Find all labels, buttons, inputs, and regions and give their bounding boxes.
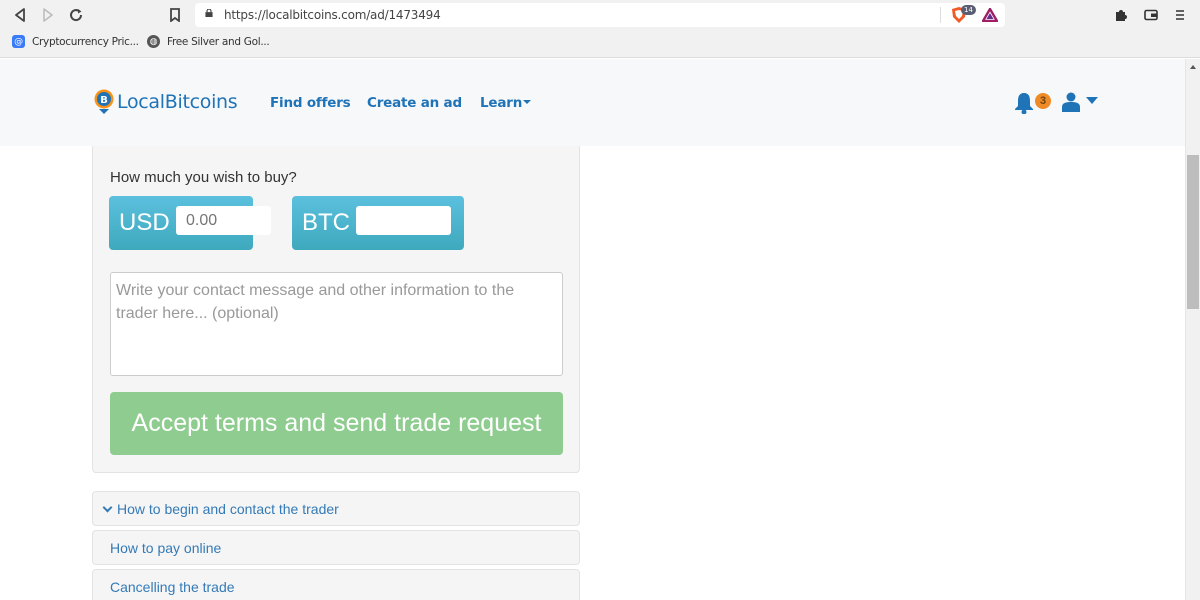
extensions-button[interactable] — [1112, 6, 1130, 24]
accordion-how-to-begin[interactable]: How to begin and contact the trader — [92, 491, 580, 526]
page-scrollbar[interactable] — [1185, 59, 1200, 600]
wallet-icon — [1144, 9, 1158, 21]
notification-badge: 3 — [1035, 93, 1051, 109]
brave-shield-count: 14 — [961, 5, 976, 15]
trade-request-form: How much you wish to buy? USD BTC Accept… — [92, 146, 580, 473]
puzzle-icon — [1116, 10, 1127, 21]
accept-send-trade-request-button[interactable]: Accept terms and send trade request — [110, 392, 563, 455]
notifications-bell-icon[interactable] — [1014, 92, 1034, 114]
browser-toolbar: https://localbitcoins.com/ad/1473494 14 — [0, 0, 1200, 30]
brave-rewards-icon[interactable] — [982, 8, 998, 22]
user-menu[interactable] — [1062, 92, 1098, 112]
scrollbar-thumb[interactable] — [1187, 155, 1199, 309]
at-icon: @ — [12, 35, 25, 48]
bookmark-cryptocurrency[interactable]: @ Cryptocurrency Pric... — [12, 35, 139, 48]
bookmark-page-button[interactable] — [165, 5, 185, 25]
lock-icon — [205, 9, 213, 17]
wallet-button[interactable] — [1142, 6, 1160, 24]
reload-button[interactable] — [66, 5, 86, 25]
accordion-cancelling[interactable]: Cancelling the trade — [92, 569, 580, 600]
caret-down-icon — [523, 99, 532, 104]
bookmark-icon — [170, 8, 180, 22]
svg-text:B: B — [100, 95, 108, 106]
fiat-currency-label: USD — [119, 209, 170, 236]
fiat-amount-group: USD — [109, 196, 271, 250]
divider — [940, 7, 941, 23]
page-content: B LocalBitcoins Find offers Create an ad… — [0, 59, 1185, 600]
back-button[interactable] — [10, 5, 30, 25]
btc-amount-input[interactable] — [356, 206, 451, 235]
localbitcoins-logo-icon: B — [94, 89, 114, 114]
caret-down-icon — [1086, 96, 1098, 104]
user-icon — [1062, 92, 1080, 112]
nav-learn[interactable]: Learn — [480, 95, 532, 111]
brand-name: LocalBitcoins — [117, 91, 238, 113]
url-text[interactable]: https://localbitcoins.com/ad/1473494 — [224, 8, 441, 22]
crypto-amount-group: BTC — [292, 196, 464, 250]
nav-learn-label: Learn — [480, 95, 523, 111]
menu-button[interactable] — [1171, 6, 1189, 24]
crypto-currency-label: BTC — [302, 209, 350, 236]
accordion-label: How to begin and contact the trader — [117, 501, 339, 517]
globe-icon: ◍ — [147, 35, 160, 48]
site-navbar: B LocalBitcoins Find offers Create an ad… — [0, 59, 1185, 146]
reload-icon — [70, 9, 83, 22]
accordion-label: How to pay online — [110, 540, 222, 556]
forward-icon — [43, 8, 53, 22]
accordion-label: Cancelling the trade — [110, 579, 235, 595]
bookmark-free-silver[interactable]: ◍ Free Silver and Gol... — [147, 35, 270, 48]
nav-find-offers[interactable]: Find offers — [270, 95, 351, 111]
accordion-how-to-pay[interactable]: How to pay online — [92, 530, 580, 565]
site-logo[interactable]: B LocalBitcoins — [94, 89, 238, 115]
chevron-down-icon — [102, 502, 113, 513]
scroll-up-arrow-icon[interactable] — [1190, 65, 1196, 69]
contact-message-textarea[interactable] — [110, 272, 563, 376]
fiat-amount-input[interactable] — [176, 206, 271, 235]
address-bar[interactable]: https://localbitcoins.com/ad/1473494 14 — [195, 3, 1005, 27]
bookmarks-bar: @ Cryptocurrency Pric... ◍ Free Silver a… — [0, 30, 1200, 58]
amount-question-label: How much you wish to buy? — [110, 169, 297, 186]
back-icon — [15, 8, 25, 22]
forward-button[interactable] — [38, 5, 58, 25]
nav-create-ad[interactable]: Create an ad — [367, 95, 462, 111]
bookmark-label: Cryptocurrency Pric... — [32, 35, 139, 48]
hamburger-icon — [1176, 10, 1184, 20]
bookmark-label: Free Silver and Gol... — [167, 35, 270, 48]
